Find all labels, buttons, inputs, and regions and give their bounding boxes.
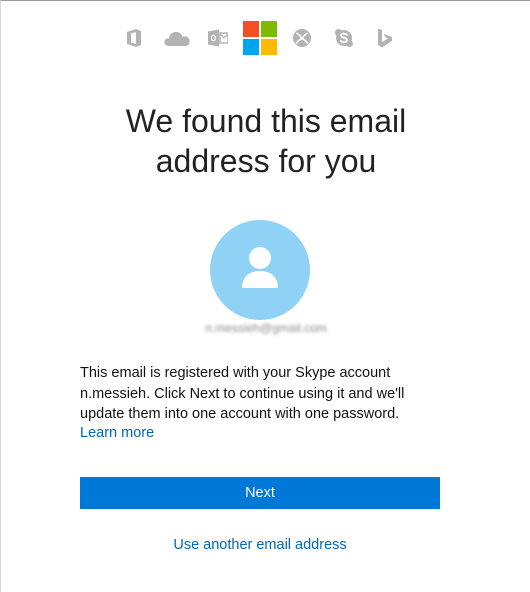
skype-icon bbox=[333, 20, 355, 56]
learn-more-link[interactable]: Learn more bbox=[80, 423, 154, 443]
next-button[interactable]: Next bbox=[80, 477, 440, 509]
page-title-line-1: We found this email bbox=[125, 103, 407, 139]
bing-icon bbox=[375, 20, 395, 56]
outlook-icon bbox=[207, 20, 229, 56]
avatar bbox=[210, 220, 310, 320]
use-another-email-link[interactable]: Use another email address bbox=[80, 535, 440, 555]
xbox-icon bbox=[291, 20, 313, 56]
page-title-line-2: address for you bbox=[155, 143, 377, 179]
person-icon bbox=[242, 247, 278, 288]
page-title: We found this email address for you bbox=[41, 101, 491, 181]
office-icon bbox=[124, 20, 144, 56]
service-icons-row bbox=[1, 20, 530, 56]
onedrive-icon bbox=[162, 20, 192, 56]
account-description: This email is registered with your Skype… bbox=[80, 365, 405, 422]
account-email: n.messieh@gmail.com bbox=[205, 321, 327, 335]
microsoft-logo-icon bbox=[243, 20, 277, 56]
account-merge-page: We found this email address for you n.me… bbox=[0, 0, 530, 592]
